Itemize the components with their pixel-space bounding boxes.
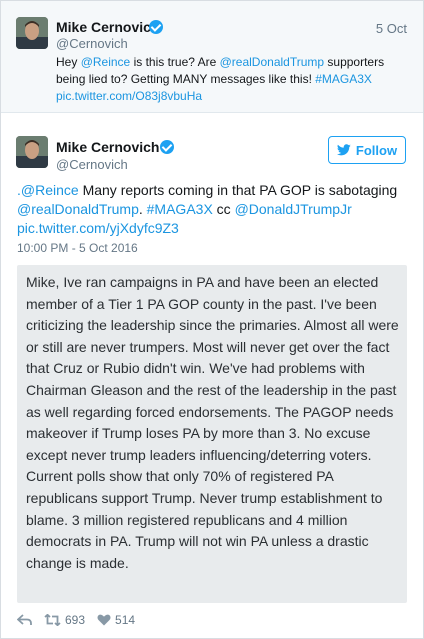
reply-icon: [17, 614, 32, 625]
tweet-text: .@Reince Many reports coming in that PA …: [17, 181, 412, 238]
avatar[interactable]: [16, 17, 48, 49]
text-run: Hey: [56, 55, 81, 69]
author-handle[interactable]: @Cernovich: [56, 36, 128, 51]
follow-button[interactable]: Follow: [328, 136, 406, 164]
retweet-icon: [44, 614, 61, 626]
tweet-actions: 693 514: [17, 612, 147, 628]
media-link[interactable]: pic.twitter.com/O83j8vbuHa: [56, 89, 202, 103]
twitter-bird-icon: [336, 144, 351, 156]
avatar-photo: [16, 136, 48, 168]
author-name[interactable]: Mike Cernovich: [56, 139, 159, 155]
heart-icon: [97, 614, 111, 626]
tweet-image[interactable]: Mike, Ive ran campaigns in PA and have b…: [17, 265, 407, 603]
text-run: cc: [212, 201, 235, 217]
retweet-button[interactable]: 693: [44, 613, 85, 627]
verified-badge-icon: [149, 20, 163, 34]
reply-button[interactable]: [17, 614, 32, 626]
tweet-text: Hey @Reince is this true? Are @realDonal…: [56, 54, 411, 105]
hashtag-link[interactable]: #MAGA3X: [315, 72, 372, 86]
hashtag-link[interactable]: #MAGA3X: [147, 201, 213, 217]
like-count: 514: [115, 613, 136, 627]
mention-link[interactable]: @realDonaldTrump: [220, 55, 324, 69]
mention-link[interactable]: @realDonaldTrump: [17, 201, 139, 217]
tweet-timestamp[interactable]: 10:00 PM - 5 Oct 2016: [17, 241, 138, 255]
media-link[interactable]: pic.twitter.com/yjXdyfc9Z3: [17, 220, 179, 236]
mention-link[interactable]: @Reince: [81, 55, 131, 69]
text-run: .: [138, 201, 147, 217]
like-button[interactable]: 514: [97, 613, 135, 627]
image-text: Mike, Ive ran campaigns in PA and have b…: [26, 274, 399, 571]
mention-link[interactable]: @DonaldJTrumpJr: [235, 201, 352, 217]
author-name[interactable]: Mike Cernovich: [56, 19, 159, 35]
text-run: is this true? Are: [130, 55, 220, 69]
verified-badge-icon: [160, 140, 174, 154]
retweet-count: 693: [65, 613, 86, 627]
avatar[interactable]: [16, 136, 48, 168]
follow-label: Follow: [355, 142, 398, 158]
author-handle[interactable]: @Cernovich: [56, 157, 128, 172]
tweet-date[interactable]: 5 Oct: [376, 21, 407, 36]
mention-link[interactable]: .@Reince: [17, 182, 79, 198]
avatar-photo: [16, 17, 48, 49]
text-run: Many reports coming in that PA GOP is sa…: [78, 182, 398, 198]
